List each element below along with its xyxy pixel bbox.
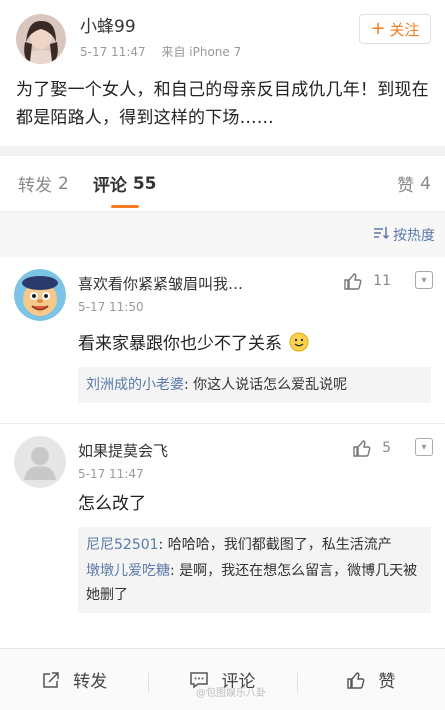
- comment-list: 喜欢看你紧紧皱眉叫我… 5-17 11:50 11 ▾ 看来家暴跟你也少不了关系…: [0, 257, 445, 650]
- comment-like-button[interactable]: 5: [352, 438, 391, 458]
- comment-like-button[interactable]: 11: [343, 271, 391, 291]
- comment-more-icon[interactable]: ▾: [415, 438, 433, 456]
- comment-like-count: 11: [373, 273, 391, 289]
- post-source: 来自 iPhone 7: [161, 45, 242, 59]
- tab-reposts[interactable]: 转发 2: [18, 156, 69, 212]
- reply-text: 哈哈哈，我们都截图了，私生活流产: [167, 537, 392, 553]
- post-text: 为了娶一个女人，和自己的母亲反目成仇几年！到现在都是陌路人，得到这样的下场……: [16, 80, 429, 128]
- follow-button[interactable]: + 关注: [359, 14, 431, 44]
- tab-reposts-count: 2: [58, 173, 69, 194]
- comment-item: 喜欢看你紧紧皱眉叫我… 5-17 11:50 11 ▾ 看来家暴跟你也少不了关系…: [0, 257, 445, 424]
- plus-icon: +: [370, 18, 386, 39]
- reply-author[interactable]: 尼尼52501: [86, 537, 159, 553]
- comment-text: 看来家暴跟你也少不了关系: [78, 329, 309, 354]
- comment-item: 如果提莫会飞 5-17 11:47 5 ▾ 怎么改了 尼尼52501: 哈哈哈，…: [0, 424, 445, 650]
- thumbs-up-icon: [353, 440, 371, 457]
- tab-comments-label: 评论: [92, 176, 127, 196]
- commenter-name[interactable]: 如果提莫会飞: [78, 440, 168, 461]
- post-tabs: 转发 2 评论 55 赞 4: [0, 156, 445, 212]
- comment-text: 怎么改了: [78, 494, 146, 514]
- comment-time: 5-17 11:47: [78, 467, 144, 481]
- comment-text-content: 看来家暴跟你也少不了关系: [78, 334, 282, 354]
- repost-label: 转发: [73, 672, 108, 692]
- bottom-action-bar: 转发 评论 赞: [0, 648, 445, 710]
- reply-colon: :: [170, 563, 180, 579]
- reply-author[interactable]: 刘洲成的小老婆: [86, 377, 184, 393]
- like-button[interactable]: 赞: [296, 667, 445, 693]
- post-date: 5-17 11:47: [80, 45, 146, 59]
- reply-colon: :: [184, 377, 194, 393]
- reply-author[interactable]: 墩墩儿爱吃糖: [86, 563, 170, 579]
- reply-entry: 墩墩儿爱吃糖: 是啊，我还在想怎么留言，微博几天被她删了: [86, 559, 423, 607]
- reply-entry: 尼尼52501: 哈哈哈，我们都截图了，私生活流产: [86, 533, 423, 557]
- comment-like-count: 5: [382, 440, 391, 456]
- comment-time: 5-17 11:50: [78, 300, 144, 314]
- reply-colon: :: [158, 537, 168, 553]
- active-tab-indicator: [110, 204, 139, 208]
- reply-box[interactable]: 尼尼52501: 哈哈哈，我们都截图了，私生活流产 墩墩儿爱吃糖: 是啊，我还在…: [78, 527, 431, 613]
- smile-emoji-icon: [289, 332, 309, 352]
- sort-bar: 按热度: [0, 213, 445, 257]
- tab-likes-label: 赞: [397, 176, 415, 196]
- repost-button[interactable]: 转发: [0, 667, 148, 692]
- author-name[interactable]: 小蜂99: [80, 16, 359, 38]
- tab-comments[interactable]: 评论 55: [93, 156, 157, 212]
- like-label: 赞: [378, 672, 396, 692]
- post-card: 小蜂99 5-17 11:47 来自 iPhone 7 + 关注 为了娶一个女人…: [0, 0, 445, 146]
- watermark: @包图娱乐八卦: [196, 688, 266, 699]
- thumbs-up-icon: [347, 671, 365, 689]
- tab-reposts-label: 转发: [18, 176, 52, 196]
- repost-icon: [43, 671, 59, 688]
- thumbs-up-icon: [344, 273, 362, 290]
- sort-by-hot-button[interactable]: 按热度: [393, 225, 435, 245]
- commenter-avatar[interactable]: [14, 436, 66, 488]
- follow-label: 关注: [389, 20, 420, 39]
- author-avatar[interactable]: [16, 14, 66, 64]
- tab-likes-count: 4: [420, 173, 431, 194]
- comment-more-icon[interactable]: ▾: [415, 271, 433, 289]
- commenter-avatar[interactable]: [14, 269, 66, 321]
- commenter-name[interactable]: 喜欢看你紧紧皱眉叫我…: [78, 273, 243, 294]
- sort-icon: [373, 226, 390, 244]
- tab-likes[interactable]: 赞 4: [397, 156, 431, 212]
- reply-text: 你这人说话怎么爱乱说呢: [193, 377, 348, 393]
- reply-box[interactable]: 刘洲成的小老婆: 你这人说话怎么爱乱说呢: [78, 367, 431, 403]
- tab-comments-count: 55: [132, 173, 157, 194]
